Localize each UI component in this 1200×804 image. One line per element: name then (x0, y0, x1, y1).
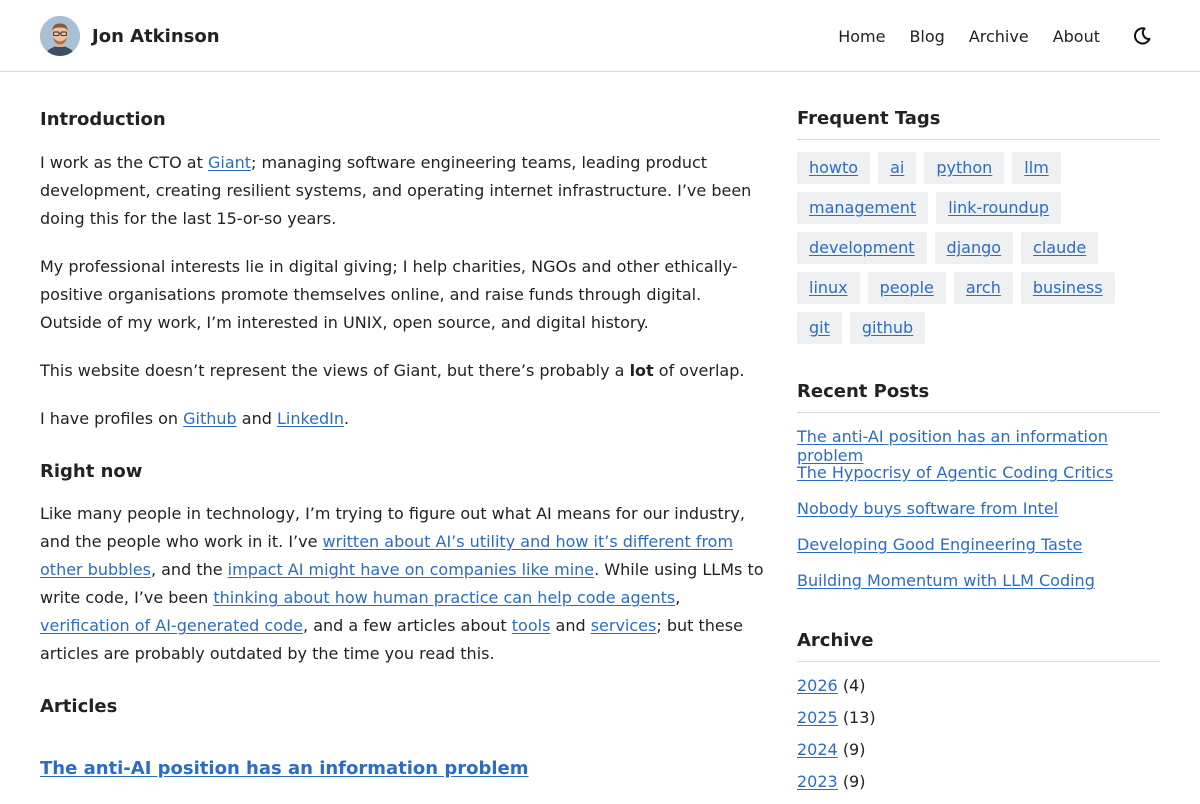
tag-linux[interactable]: linux (797, 272, 860, 304)
recent-post-link[interactable]: Developing Good Engineering Taste (797, 535, 1082, 554)
article-title-link[interactable]: The anti-AI position has an information … (40, 758, 529, 779)
tag-llm[interactable]: llm (1012, 152, 1061, 184)
archive-year-link[interactable]: 2026 (797, 676, 838, 695)
introduction-heading: Introduction (40, 109, 166, 130)
archive-count: (13) (842, 708, 876, 727)
tag-business[interactable]: business (1020, 272, 1115, 304)
tag-howto[interactable]: howto (797, 152, 871, 184)
frequent-tags-heading: Frequent Tags (797, 108, 1160, 140)
tag-link-roundup[interactable]: link-roundup (936, 192, 1062, 224)
github-link[interactable]: Github (183, 409, 237, 428)
intro-paragraph-4: I have profiles on Github and LinkedIn. (40, 405, 765, 433)
right-now-paragraph: Like many people in technology, I’m tryi… (40, 500, 765, 668)
avatar (40, 16, 80, 56)
tag-arch[interactable]: arch (953, 272, 1013, 304)
recent-posts-section: Recent Posts The anti-AI position has an… (797, 381, 1160, 607)
tag-github[interactable]: github (849, 312, 926, 344)
site-brand-link[interactable]: Jon Atkinson (40, 16, 220, 56)
list-item: Developing Good Engineering Taste (797, 535, 1160, 571)
moon-icon (1134, 27, 1151, 45)
text-span: I have profiles on (40, 409, 184, 428)
tag-claude[interactable]: claude (1021, 232, 1099, 264)
text-span: and (550, 616, 591, 635)
list-item: 2025 (13) (797, 708, 1160, 740)
giant-link[interactable]: Giant (208, 153, 251, 172)
tag-development[interactable]: development (797, 232, 927, 264)
text-span: , and the (150, 560, 228, 579)
archive-year-link[interactable]: 2024 (797, 740, 838, 759)
text-span: and (236, 409, 277, 428)
bold-text: lot (629, 361, 654, 380)
main-nav: Home Blog Archive About (814, 0, 1100, 72)
text-span: This website doesn’t represent the views… (40, 361, 630, 380)
linkedin-link[interactable]: LinkedIn (277, 409, 344, 428)
site-title: Jon Atkinson (92, 25, 220, 47)
text-span: , and a few articles about (303, 616, 512, 635)
tools-link[interactable]: tools (512, 616, 551, 635)
articles-heading: Articles (40, 696, 118, 717)
recent-posts-list: The anti-AI position has an information … (797, 427, 1160, 607)
avatar-portrait-icon (40, 16, 80, 56)
text-span: I work as the CTO at (40, 153, 208, 172)
site-header: Jon Atkinson Home Blog Archive About (0, 0, 1200, 72)
archive-year-link[interactable]: 2023 (797, 772, 838, 791)
recent-post-link[interactable]: Nobody buys software from Intel (797, 499, 1058, 518)
tag-django[interactable]: django (934, 232, 1014, 264)
tag-list: howto ai python llm management link-roun… (797, 152, 1160, 352)
nav-home[interactable]: Home (838, 27, 885, 46)
list-item: Building Momentum with LLM Coding (797, 571, 1160, 607)
tag-management[interactable]: management (797, 192, 929, 224)
archive-list: 2026 (4) 2025 (13) 2024 (9) 2023 (9) (797, 676, 1160, 804)
intro-paragraph-1: I work as the CTO at Giant; managing sof… (40, 149, 765, 233)
text-span: . (344, 409, 350, 428)
frequent-tags-section: Frequent Tags howto ai python llm manage… (797, 108, 1160, 352)
intro-paragraph-2: My professional interests lie in digital… (40, 257, 738, 332)
list-item: Nobody buys software from Intel (797, 499, 1160, 535)
tag-ai[interactable]: ai (878, 152, 917, 184)
list-item: The Hypocrisy of Agentic Coding Critics (797, 463, 1160, 499)
text-span: , (675, 588, 681, 607)
list-item: 2023 (9) (797, 772, 1160, 804)
verification-link[interactable]: verification of AI-generated code (40, 616, 303, 635)
right-now-heading: Right now (40, 461, 143, 482)
archive-year-link[interactable]: 2025 (797, 708, 838, 727)
recent-post-link[interactable]: The Hypocrisy of Agentic Coding Critics (797, 463, 1113, 482)
nav-blog[interactable]: Blog (909, 27, 944, 46)
recent-post-link[interactable]: Building Momentum with LLM Coding (797, 571, 1095, 590)
list-item: 2024 (9) (797, 740, 1160, 772)
theme-toggle-button[interactable] (1132, 26, 1152, 46)
archive-count: (9) (842, 772, 866, 791)
services-link[interactable]: services (591, 616, 657, 635)
list-item: The anti-AI position has an information … (797, 427, 1160, 465)
ai-impact-link[interactable]: impact AI might have on companies like m… (228, 560, 594, 579)
archive-heading: Archive (797, 630, 1160, 662)
list-item: 2026 (4) (797, 676, 1160, 708)
text-span: of overlap. (653, 361, 745, 380)
tag-python[interactable]: python (924, 152, 1005, 184)
human-practice-link[interactable]: thinking about how human practice can he… (213, 588, 675, 607)
intro-paragraph-3: This website doesn’t represent the views… (40, 357, 765, 385)
archive-section: Archive 2026 (4) 2025 (13) 2024 (9) 2023… (797, 630, 1160, 804)
archive-count: (4) (842, 676, 866, 695)
tag-people[interactable]: people (867, 272, 946, 304)
recent-posts-heading: Recent Posts (797, 381, 1160, 413)
recent-post-link[interactable]: The anti-AI position has an information … (797, 427, 1108, 465)
nav-archive[interactable]: Archive (969, 27, 1029, 46)
nav-about[interactable]: About (1053, 27, 1100, 46)
archive-count: (9) (842, 740, 866, 759)
tag-git[interactable]: git (797, 312, 842, 344)
